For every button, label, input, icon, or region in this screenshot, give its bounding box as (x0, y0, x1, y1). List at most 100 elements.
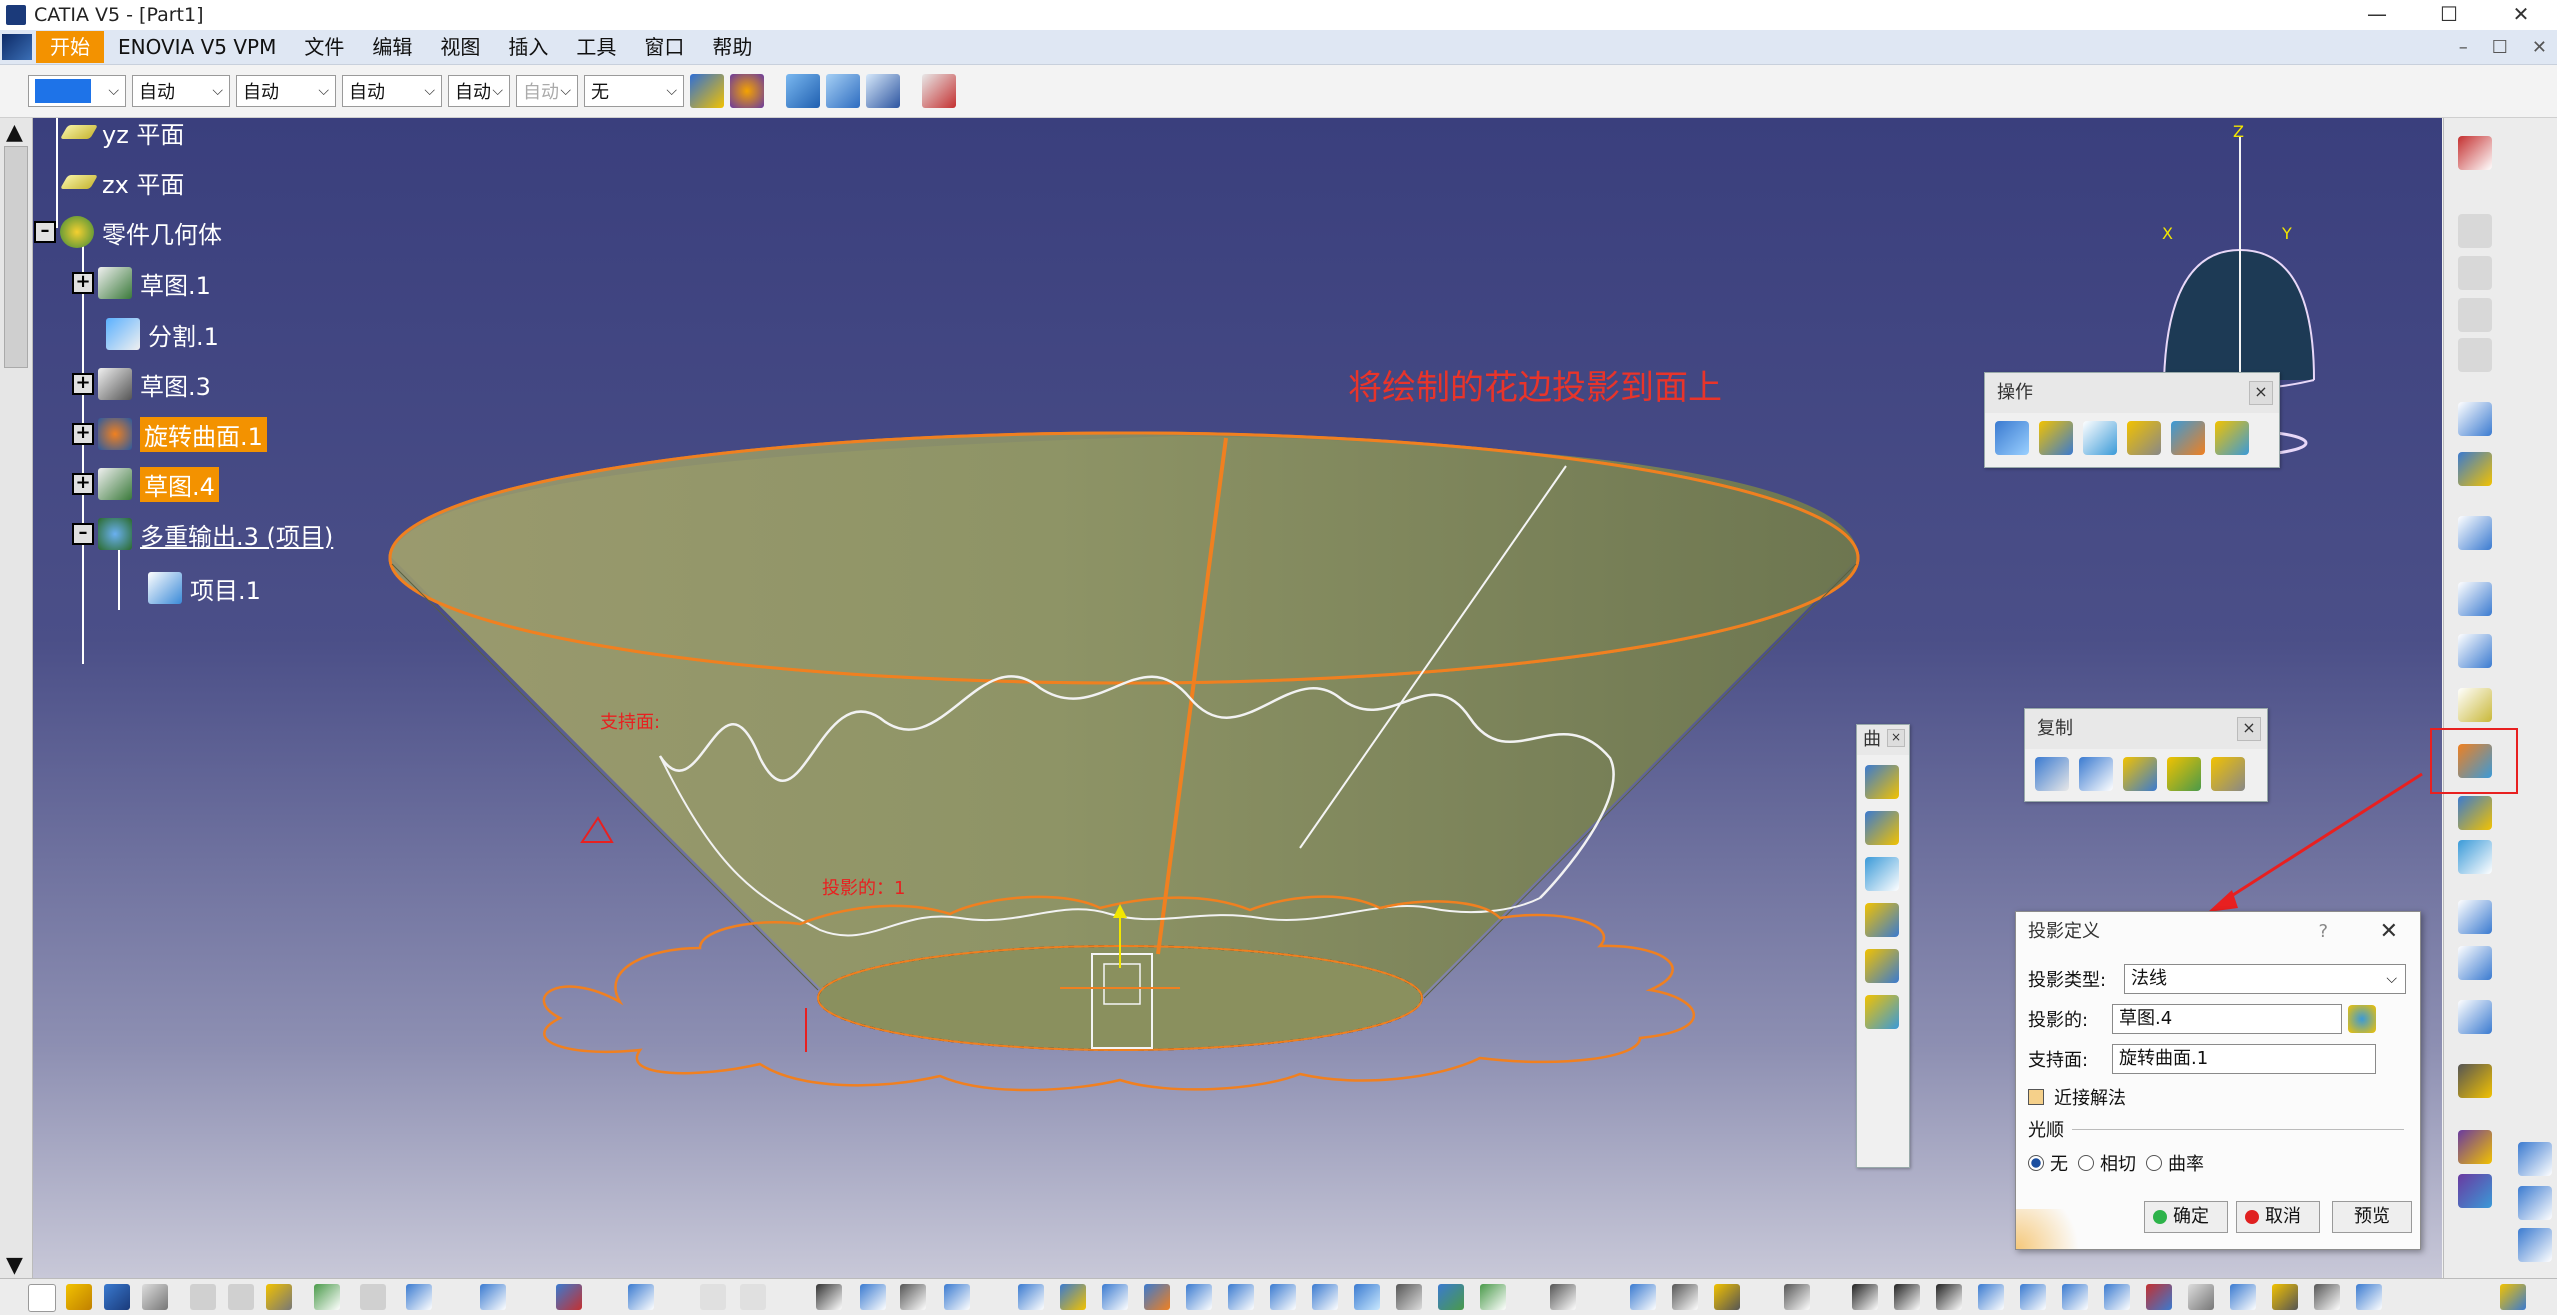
hide-show-icon[interactable] (1438, 1284, 1464, 1310)
menu-insert[interactable]: 插入 (494, 31, 562, 63)
disabled-tool-1-icon[interactable] (2458, 214, 2492, 248)
render-style-combo[interactable]: 自动 ⌵ (516, 75, 578, 107)
axis-system-icon[interactable] (1936, 1284, 1962, 1310)
menu-tools[interactable]: 工具 (562, 31, 630, 63)
new-icon[interactable] (28, 1284, 56, 1312)
3ds-logo-icon[interactable] (2500, 1284, 2526, 1310)
sketch-edit-icon[interactable] (628, 1284, 654, 1310)
extrude-icon[interactable] (1865, 765, 1899, 799)
tag-icon[interactable] (1714, 1284, 1740, 1310)
dialog-close-button[interactable]: ✕ (2380, 912, 2398, 952)
powercopy-icon[interactable] (2123, 757, 2157, 791)
dialog-help-button[interactable]: ? (2318, 912, 2328, 952)
smoothing-curvature-radio[interactable] (2146, 1155, 2162, 1171)
material-icon[interactable] (1550, 1284, 1576, 1310)
redo-icon[interactable] (360, 1284, 386, 1310)
doc-close-button[interactable]: ✕ (2532, 37, 2547, 58)
fillet-icon[interactable] (2171, 421, 2205, 455)
open-icon[interactable] (66, 1284, 92, 1310)
point-type-combo[interactable]: 自动 ⌵ (448, 75, 510, 107)
publish-icon[interactable] (2272, 1284, 2298, 1310)
save-icon[interactable] (104, 1284, 130, 1310)
extra-tool-2-icon[interactable] (2518, 1186, 2552, 1220)
user-feature-icon[interactable] (2167, 757, 2201, 791)
layout-icon[interactable] (2230, 1284, 2256, 1310)
smoothing-tangent-radio[interactable] (2078, 1155, 2094, 1171)
color-combo[interactable]: ⌵ (28, 75, 126, 107)
table-icon[interactable] (816, 1284, 842, 1310)
surface-toolbar-close[interactable]: × (1887, 729, 1905, 747)
catalog-icon[interactable] (826, 74, 860, 108)
smoothing-none-radio[interactable] (2028, 1155, 2044, 1171)
knowledge-advisor-icon[interactable] (740, 1284, 766, 1310)
paste-icon[interactable] (266, 1284, 292, 1310)
measure-between-icon[interactable] (1894, 1284, 1920, 1310)
formula-icon[interactable] (700, 1284, 726, 1310)
doc-restore-button[interactable]: ☐ (2492, 37, 2508, 58)
menu-edit[interactable]: 编辑 (358, 31, 426, 63)
annotation-icon[interactable] (1672, 1284, 1698, 1310)
select-arrow-icon[interactable] (2458, 402, 2492, 436)
law-icon[interactable] (2458, 1064, 2492, 1098)
disabled-tool-3-icon[interactable] (2458, 298, 2492, 332)
linetype-combo[interactable]: 自动 ⌵ (342, 75, 442, 107)
apply-icon[interactable] (2146, 1284, 2172, 1310)
tree-node-sketch-1[interactable]: + 草图.1 (72, 263, 211, 303)
support-field[interactable]: 旋转曲面.1 (2112, 1044, 2376, 1074)
menu-file[interactable]: 文件 (290, 31, 358, 63)
revolve-tool-icon[interactable] (1865, 811, 1899, 845)
zoom-out-icon[interactable] (1228, 1284, 1254, 1310)
catalog-browser-icon[interactable] (860, 1284, 886, 1310)
knowledge-icon[interactable] (922, 74, 956, 108)
ruler-icon[interactable] (1852, 1284, 1878, 1310)
tree-node-multi-output-3[interactable]: – 多重输出.3 (项目) (72, 514, 333, 554)
tree-node-sketch-4[interactable]: + 草图.4 (72, 464, 219, 504)
spline-icon[interactable] (2458, 946, 2492, 980)
fly-mode-icon[interactable] (1018, 1284, 1044, 1310)
blend-icon[interactable] (1865, 995, 1899, 1029)
menu-window[interactable]: 窗口 (630, 31, 698, 63)
whats-this-icon[interactable] (866, 74, 900, 108)
expand-toggle[interactable]: + (72, 473, 94, 495)
shading-edges-icon[interactable] (1396, 1284, 1422, 1310)
measure-icon[interactable] (944, 1284, 970, 1310)
multi-selection-icon[interactable] (2348, 1005, 2376, 1033)
lock-icon[interactable] (900, 1284, 926, 1310)
undo-icon[interactable] (314, 1284, 340, 1310)
cut-icon[interactable] (190, 1284, 216, 1310)
painter-icon[interactable] (690, 74, 724, 108)
minimize-button[interactable]: — (2341, 0, 2413, 30)
scroll-up-arrow[interactable]: ▲ (6, 120, 23, 145)
camera-icon[interactable] (1784, 1284, 1810, 1310)
helix-icon[interactable] (2458, 1000, 2492, 1034)
workbench-icon[interactable] (2458, 136, 2492, 170)
grid-icon[interactable] (2020, 1284, 2046, 1310)
catia-logo-icon[interactable] (2, 34, 32, 60)
parallel-curve-icon[interactable] (2458, 840, 2492, 874)
scan-icon[interactable] (2458, 452, 2492, 486)
shading-icon[interactable] (1354, 1284, 1380, 1310)
reorder-icon[interactable] (2314, 1284, 2340, 1310)
cancel-button[interactable]: 取消 (2236, 1201, 2320, 1233)
transparency-combo[interactable]: 自动 ⌵ (132, 75, 230, 107)
expand-toggle[interactable]: + (72, 272, 94, 294)
fit-all-icon[interactable] (1060, 1284, 1086, 1310)
menu-start[interactable]: 开始 (36, 31, 104, 63)
line-icon[interactable] (2458, 634, 2492, 668)
spell-icon[interactable] (480, 1284, 506, 1310)
boundary-icon[interactable] (2083, 421, 2117, 455)
maximize-button[interactable]: ☐ (2413, 0, 2485, 30)
tree-node-projection-1[interactable]: 项目.1 (148, 568, 261, 608)
normal-view-icon[interactable] (1270, 1284, 1296, 1310)
sweep-icon[interactable] (1865, 857, 1899, 891)
extra-tool-3-icon[interactable] (2518, 1228, 2552, 1262)
tree-node-sketch-3[interactable]: + 草图.3 (72, 364, 211, 404)
catalog-save-icon[interactable] (2211, 757, 2245, 791)
copy-icon[interactable] (228, 1284, 254, 1310)
menu-enovia[interactable]: ENOVIA V5 VPM (104, 31, 290, 63)
scroll-thumb[interactable] (4, 146, 28, 368)
rotate-icon[interactable] (1144, 1284, 1170, 1310)
stack-icon[interactable] (2188, 1284, 2214, 1310)
split-tool-icon[interactable] (2039, 421, 2073, 455)
join-icon[interactable] (1995, 421, 2029, 455)
